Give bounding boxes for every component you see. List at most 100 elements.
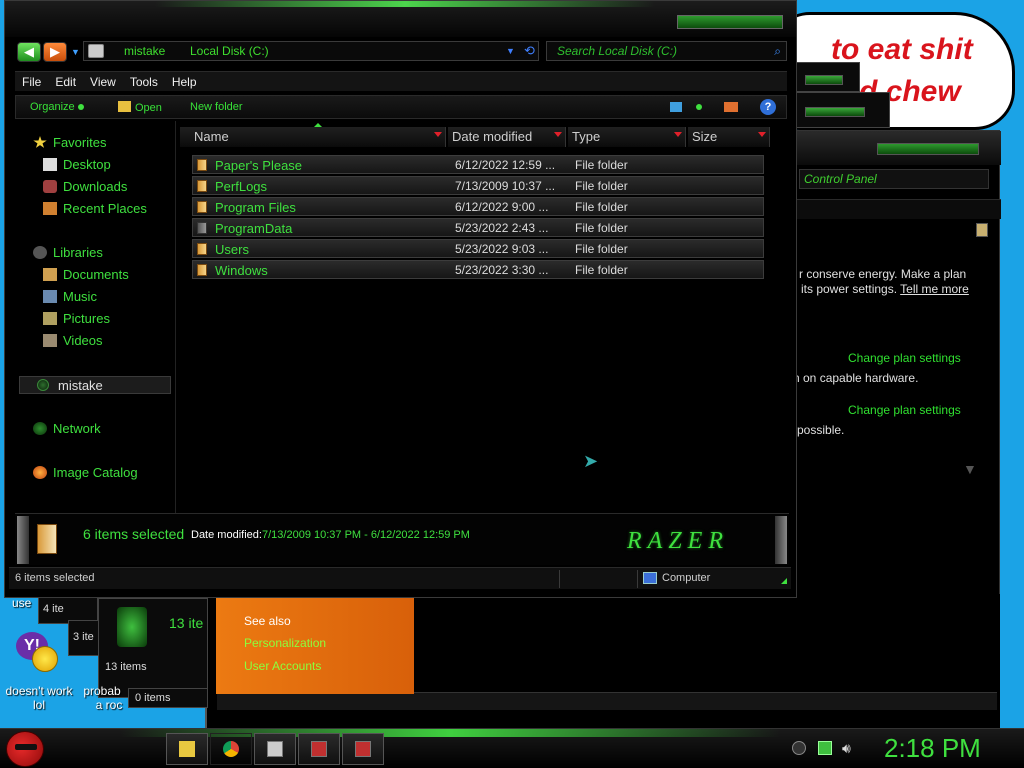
control-panel-titlebar[interactable] [781,131,1001,165]
plan-description-line4: possible. [797,423,845,437]
background-window-1[interactable] [790,62,860,92]
show-hidden-icons-icon[interactable] [792,741,806,755]
yahoo-messenger-icon[interactable]: Y! [14,630,62,676]
organize-button[interactable]: Organize [30,101,84,113]
taskbar-app-button-3[interactable] [342,733,384,765]
new-folder-button[interactable]: New folder [190,101,243,113]
taskbar-chrome-button[interactable] [210,733,252,765]
sidebar-item-pictures[interactable]: Pictures [43,311,110,326]
desktop-icon-label[interactable]: use [12,596,31,610]
file-row[interactable]: ProgramData 5/23/2022 2:43 ... File fold… [192,218,764,237]
column-header-name[interactable]: Name [180,127,446,147]
column-filter-arrow-icon [674,132,682,137]
view-options-icon[interactable] [670,102,682,112]
window-controls[interactable] [805,75,843,85]
search-input[interactable]: Search Local Disk (C:) ⌕ [546,41,787,61]
search-icon[interactable]: ⌕ [774,44,781,59]
file-date: 7/13/2009 10:37 ... [455,179,556,193]
help-icon[interactable] [976,223,988,237]
file-row[interactable]: Paper's Please 6/12/2022 12:59 ... File … [192,155,764,174]
sidebar-item-documents[interactable]: Documents [43,267,129,282]
taskbar-clock[interactable]: 2:18 PM [884,733,981,764]
help-icon[interactable]: ? [760,99,776,115]
window-controls[interactable] [677,15,783,29]
address-bar[interactable]: mistake Local Disk (C:) ▼ ⟲ [83,41,539,61]
sidebar-item-homegroup[interactable]: mistake [19,376,171,394]
column-header-type[interactable]: Type [568,127,686,147]
yahoo-icon-label[interactable]: doesn't work lol [0,684,78,712]
preview-pane-icon[interactable] [724,102,738,112]
background-window-5[interactable]: 13 ite 13 items [98,598,208,698]
titlebar-glow [155,1,655,7]
view-dropdown-icon[interactable] [696,104,702,110]
start-button[interactable] [6,731,44,767]
refresh-icon[interactable]: ⟲ [524,43,535,59]
file-type: File folder [575,263,628,277]
sidebar-item-recent-places[interactable]: Recent Places [43,201,147,216]
videos-icon [43,334,57,347]
resize-grip-icon[interactable] [781,578,787,584]
items-count: 13 items [105,661,147,673]
recent-places-icon [43,202,57,215]
sidebar-item-network[interactable]: Network [33,421,101,436]
breadcrumb-local-disk[interactable]: Local Disk (C:) [190,44,269,58]
background-window-6[interactable]: 0 items [128,688,208,708]
image-catalog-icon [33,466,47,479]
pictures-icon [43,312,57,325]
tell-me-more-link[interactable]: Tell me more [900,282,969,296]
change-plan-settings-link-2[interactable]: Change plan settings [848,403,961,417]
address-dropdown-icon[interactable]: ▼ [506,46,515,56]
folder-icon [197,201,207,213]
computer-icon [267,741,283,757]
file-row[interactable]: Users 5/23/2022 9:03 ... File folder [192,239,764,258]
sidebar-item-image-catalog[interactable]: Image Catalog [33,465,138,480]
taskbar-explorer-button[interactable] [166,733,208,765]
date-modified-value: 7/13/2009 10:37 PM - 6/12/2022 12:59 PM [262,529,470,541]
plan-description-line2: its power settings. Tell me more [801,282,969,296]
menu-tools[interactable]: Tools [123,72,165,92]
status-selection: 6 items selected [15,572,95,584]
sidebar-item-downloads[interactable]: Downloads [43,179,127,194]
back-button[interactable]: ◀ [17,42,41,62]
sidebar-item-videos[interactable]: Videos [43,333,103,348]
user-accounts-link[interactable]: User Accounts [244,659,321,673]
menu-edit[interactable]: Edit [48,72,83,92]
window-controls[interactable] [805,107,865,117]
recent-pages-dropdown-icon[interactable]: ▼ [71,47,80,57]
background-window-2[interactable] [790,92,890,128]
file-row[interactable]: Windows 5/23/2022 3:30 ... File folder [192,260,764,279]
column-header-size[interactable]: Size [688,127,770,147]
file-row[interactable]: Program Files 6/12/2022 9:00 ... File fo… [192,197,764,216]
taskbar-app-button-2[interactable] [298,733,340,765]
sidebar-item-desktop[interactable]: Desktop [43,157,111,172]
personalization-link[interactable]: Personalization [244,636,326,650]
change-plan-settings-link-1[interactable]: Change plan settings [848,351,961,365]
window-controls[interactable] [877,143,979,155]
scroll-down-arrow-icon[interactable]: ▼ [963,461,977,477]
forward-button[interactable]: ▶ [43,42,67,62]
sidebar-item-libraries[interactable]: Libraries [33,245,103,260]
explorer-window[interactable]: ◀ ▶ ▼ mistake Local Disk (C:) ▼ ⟲ Search… [4,0,797,598]
open-button[interactable]: Open [118,101,162,114]
control-panel-search[interactable]: Control Panel [799,169,989,189]
column-header-date-modified[interactable]: Date modified [448,127,566,147]
sidebar-item-music[interactable]: Music [43,289,97,304]
items-count-large: 13 ite [169,615,204,631]
file-type: File folder [575,158,628,172]
sidebar-item-favorites[interactable]: Favorites [33,135,106,150]
menu-file[interactable]: File [15,72,48,92]
file-name: ProgramData [215,221,293,236]
breadcrumb-mistake[interactable]: mistake [124,44,165,58]
volume-icon[interactable]: 🔊︎ [842,740,851,757]
file-type: File folder [575,242,628,256]
explorer-titlebar[interactable] [5,1,796,37]
network-tray-icon[interactable] [818,741,832,755]
taskbar-app-button[interactable] [254,733,296,765]
menu-view[interactable]: View [83,72,123,92]
menu-bar: File Edit View Tools Help [15,71,787,91]
items-count: 3 ite [73,631,94,643]
file-row[interactable]: PerfLogs 7/13/2009 10:37 ... File folder [192,176,764,195]
desktop-icon-label-2[interactable]: probab a roc [80,684,124,712]
menu-help[interactable]: Help [165,72,204,92]
application-icon [311,741,327,757]
